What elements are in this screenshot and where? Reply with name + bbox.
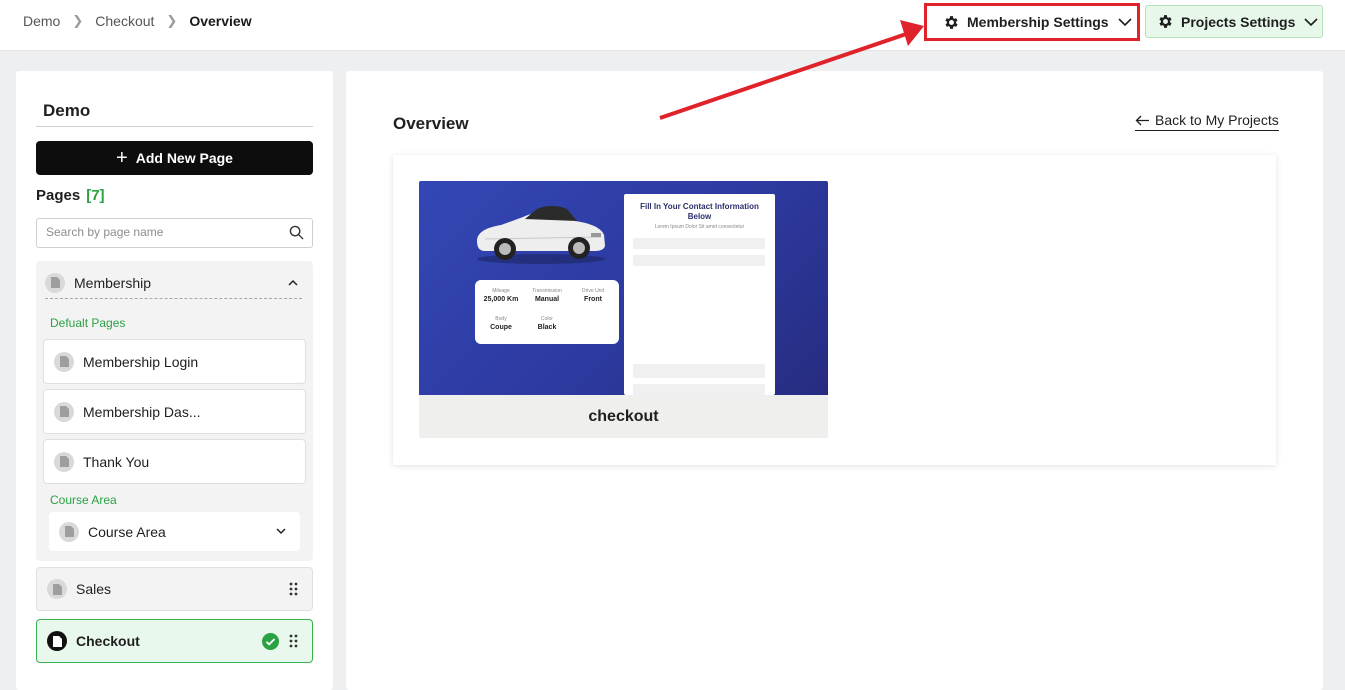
page-item-label: Sales	[76, 581, 112, 597]
chevron-down-icon	[276, 528, 286, 535]
form-field	[633, 384, 765, 395]
search-icon[interactable]	[289, 225, 304, 240]
spec-mileage: Mileage 25,000 Km	[483, 288, 519, 303]
drag-handle-icon[interactable]	[289, 582, 298, 596]
membership-group: Membership Defualt Pages Membership Logi…	[36, 261, 313, 561]
add-new-page-button[interactable]: + Add New Page	[36, 141, 313, 175]
course-area-select[interactable]: Course Area	[49, 512, 300, 551]
project-title: Demo	[43, 101, 91, 120]
membership-settings-button[interactable]: Membership Settings	[924, 3, 1140, 41]
page-item-membership-login[interactable]: Membership Login	[43, 339, 306, 384]
back-link-label: Back to My Projects	[1155, 112, 1279, 128]
page-title: Overview	[393, 114, 469, 133]
page-item-label: Membership Das...	[83, 403, 201, 420]
plus-icon: +	[116, 147, 128, 169]
gear-icon	[1159, 15, 1172, 28]
divider	[36, 126, 313, 127]
page-item-checkout[interactable]: Checkout	[36, 619, 313, 663]
membership-group-header[interactable]: Membership	[45, 269, 302, 299]
document-icon	[47, 579, 67, 599]
document-icon	[45, 272, 65, 293]
breadcrumb: Demo ❯ Checkout ❯ Overview	[23, 13, 252, 29]
breadcrumb-demo[interactable]: Demo	[23, 13, 60, 29]
course-area-select-value: Course Area	[88, 523, 166, 540]
main-panel: Overview Back to My Projects Mileage 25,0…	[346, 71, 1323, 690]
drag-handle-icon[interactable]	[289, 634, 298, 648]
check-circle-icon	[262, 633, 279, 650]
car-specs-box: Mileage 25,000 Km Transmission Manual Driv…	[475, 280, 619, 344]
page-item-label: Thank You	[83, 453, 150, 470]
page-card-caption: checkout	[588, 407, 659, 425]
chevron-up-icon[interactable]	[288, 279, 298, 287]
contact-form-preview: Fill In Your Contact Information Below L…	[624, 194, 775, 395]
chevron-down-icon	[1118, 18, 1132, 27]
document-icon	[54, 451, 74, 472]
spec-drive-unit: Drive Unit Front	[582, 288, 604, 303]
breadcrumb-checkout[interactable]: Checkout	[95, 13, 154, 29]
search-input[interactable]	[46, 225, 276, 239]
pages-label: Pages	[36, 187, 81, 204]
chevron-right-icon: ❯	[166, 13, 178, 28]
document-icon	[54, 401, 74, 422]
top-bar: Demo ❯ Checkout ❯ Overview Membership Se…	[0, 0, 1345, 51]
breadcrumb-overview: Overview	[189, 13, 252, 29]
page-item-thank-you[interactable]: Thank You	[43, 439, 306, 484]
gear-icon	[945, 15, 958, 29]
projects-settings-label: Projects Settings	[1181, 13, 1296, 30]
membership-settings-label: Membership Settings	[967, 14, 1109, 30]
add-new-page-label: Add New Page	[135, 150, 233, 166]
membership-group-name: Membership	[74, 274, 152, 291]
arrow-left-icon	[1135, 115, 1149, 125]
sidebar: Demo + Add New Page Pages [7] Membership …	[16, 71, 333, 690]
document-icon	[54, 351, 74, 372]
form-title: Fill In Your Contact Information Below	[640, 202, 759, 221]
page-item-sales[interactable]: Sales	[36, 567, 313, 611]
pages-heading: Pages [7]	[36, 187, 105, 204]
form-subtitle: Lorem Ipsum Dolor Sit amet consectetur	[654, 224, 745, 230]
page-card-checkout[interactable]: Mileage 25,000 Km Transmission Manual Driv…	[419, 181, 828, 438]
chevron-down-icon	[1304, 17, 1318, 26]
car-image	[477, 206, 605, 264]
back-to-projects-link[interactable]: Back to My Projects	[1135, 112, 1279, 131]
spec-color: Color Black	[537, 316, 557, 331]
spec-body: Body Coupe	[490, 316, 512, 331]
default-pages-label: Defualt Pages	[50, 316, 126, 330]
page-item-label: Checkout	[76, 633, 140, 649]
pages-count: [7]	[86, 187, 105, 204]
projects-settings-button[interactable]: Projects Settings	[1145, 5, 1323, 38]
page-thumbnail: Mileage 25,000 Km Transmission Manual Driv…	[419, 181, 828, 395]
pages-overview-panel: Mileage 25,000 Km Transmission Manual Driv…	[393, 155, 1276, 465]
document-icon	[59, 521, 79, 542]
page-item-label: Membership Login	[83, 353, 199, 370]
form-field	[633, 238, 765, 249]
spec-transmission: Transmission Manual	[532, 288, 562, 303]
form-field	[633, 364, 765, 378]
chevron-right-icon: ❯	[72, 13, 84, 28]
form-field	[633, 255, 765, 266]
document-icon	[47, 631, 67, 651]
page-search	[36, 218, 313, 248]
page-item-membership-dashboard[interactable]: Membership Das...	[43, 389, 306, 434]
course-area-label: Course Area	[50, 493, 117, 507]
